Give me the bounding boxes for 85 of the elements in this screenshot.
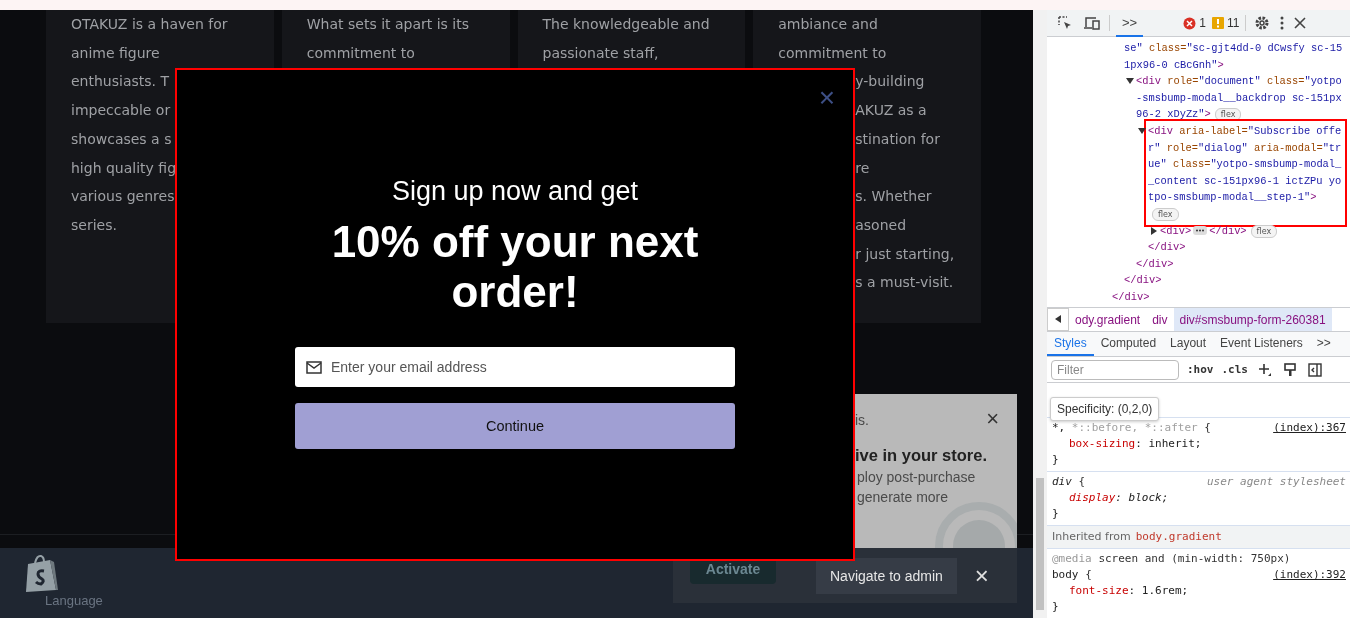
hover-state-button[interactable]: :hov [1187, 363, 1214, 377]
card-text: high quality fig [71, 159, 177, 176]
card-text: ambiance and [778, 16, 878, 32]
expand-triangle-icon[interactable] [1126, 77, 1134, 86]
navigate-button[interactable]: Navigate to admin [816, 557, 957, 594]
expand-triangle-icon[interactable] [1150, 226, 1158, 235]
card-text: various genres [71, 188, 175, 205]
card-text: enthusiasts. T [71, 73, 169, 90]
card-text: y-building [855, 73, 925, 90]
panel-tab[interactable]: Layout [1163, 331, 1214, 357]
error-count[interactable]: 1 [1183, 16, 1206, 30]
card-text: stination for [855, 130, 940, 147]
css-selector: *, *::before, *::after { [1052, 420, 1211, 436]
card-text: re [855, 159, 870, 176]
specificity-tooltip: Specificity: (0,2,0) [1050, 397, 1160, 421]
source-link[interactable]: (index):392 [1273, 567, 1346, 583]
css-selector: body { [1052, 567, 1092, 583]
inherited-label: Inherited from [1052, 529, 1131, 545]
warning-icon [1211, 17, 1224, 29]
card-text: showcases a s [71, 130, 172, 147]
dom-node[interactable]: se" class="sc-gjt4dd-0 dCwsfy sc-151px96-0 cBcGnh"> [1124, 40, 1343, 74]
panel-tab[interactable]: Computed [1093, 331, 1164, 357]
css-declaration[interactable]: font-size: 1.6rem; [1052, 583, 1346, 599]
breadcrumb[interactable]: div [1146, 308, 1174, 331]
closing-tag: </div> [1148, 239, 1343, 256]
shopping-bag-icon[interactable] [24, 554, 60, 594]
paint-icon[interactable] [1282, 360, 1298, 379]
dom-node[interactable]: <div> </div> flex [1160, 222, 1343, 240]
dom-node[interactable]: <div role="document" class="yotpo-smsbump-modal__backdrop sc-151px96-2 xDyZz"> flex [1136, 73, 1343, 123]
card-text: anime figure [71, 44, 160, 61]
closing-brace: } [1052, 453, 1059, 466]
card-text: impeccable or [71, 102, 171, 119]
card-text: commitment to [778, 44, 887, 61]
card-text: AKUZ as a [855, 102, 927, 119]
closing-brace: } [1052, 507, 1059, 520]
css-declaration[interactable]: display: block; [1052, 490, 1346, 506]
breadcrumb[interactable]: div#smsbump-form-260381 [1173, 308, 1332, 331]
card-text: s a must-visit. [855, 274, 954, 291]
source-link[interactable]: (index):367 [1273, 420, 1346, 436]
scroll-left-button[interactable] [1047, 308, 1069, 331]
email-field[interactable]: Enter your email address [295, 347, 735, 387]
more-tabs-button[interactable]: >> [1116, 10, 1144, 37]
ellipsis-icon[interactable] [1193, 226, 1208, 236]
left-arrow-icon [1055, 314, 1061, 323]
class-button[interactable]: .cls [1221, 363, 1248, 377]
close-button[interactable]: × [970, 561, 993, 590]
breadcrumb[interactable]: ody.gradient [1069, 308, 1147, 331]
card-text: commitment to [306, 44, 415, 61]
continue-button[interactable]: Continue [295, 403, 735, 449]
card-text: asoned [855, 216, 907, 233]
source-label: user agent stylesheet [1206, 474, 1346, 490]
mail-icon [306, 361, 322, 374]
panel-tab[interactable]: Event Listeners [1213, 331, 1310, 357]
card-text: passionate staff, [542, 44, 659, 61]
popup-text: ive in your store. [855, 446, 988, 465]
card-text: What sets it apart is its [306, 16, 469, 32]
modal-title: Sign up now and get [391, 176, 639, 207]
card-text: The knowledgeable and [542, 16, 710, 32]
filter-field[interactable]: Filter [1051, 359, 1179, 380]
language-label: Language [45, 593, 103, 608]
expand-triangle-icon[interactable] [1138, 126, 1146, 135]
closing-tag: </div> [1136, 255, 1343, 273]
popup-text: generate more [857, 489, 949, 505]
inherited-selector[interactable]: body.gradient [1135, 529, 1222, 545]
css-selector: div { [1052, 474, 1086, 490]
close-button[interactable]: × [986, 408, 999, 430]
modal-heading: 10% off your next order! [330, 217, 700, 317]
card-text: series. [71, 216, 117, 233]
css-declaration[interactable]: box-sizing: inherit; [1052, 436, 1346, 452]
card-text: OTAKUZ is a haven for [71, 16, 228, 32]
warning-count[interactable]: 11 [1211, 16, 1240, 30]
closing-tag: </div> [1112, 288, 1343, 306]
panel-tab[interactable]: Styles [1047, 331, 1094, 357]
error-icon [1183, 16, 1197, 30]
popup-text: ploy post-purchase [857, 469, 976, 485]
close-icon[interactable] [1292, 15, 1309, 31]
media-query: @media screen and (min-width: 750px) [1052, 552, 1291, 565]
sidebar-icon[interactable] [1306, 360, 1324, 379]
card-text: r just starting, [855, 245, 955, 262]
closing-brace: } [1052, 600, 1059, 613]
popup-text: is. [855, 412, 869, 428]
scrollbar[interactable] [1033, 10, 1047, 618]
card-text: s. Whether [855, 188, 932, 205]
more-tabs-button[interactable]: >> [1309, 331, 1338, 357]
closing-tag: </div> [1124, 272, 1343, 289]
